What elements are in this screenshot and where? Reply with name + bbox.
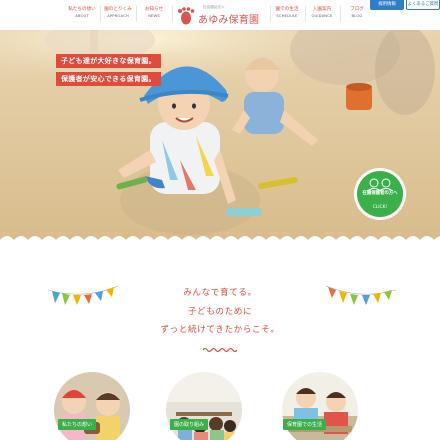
parents-guide-label: 在園保護者の方へ [362,191,398,196]
nav-about[interactable]: 私たちの想い ABOUT [65,7,99,19]
parents-guide-button[interactable]: 在園保護者の方へ CLICK! [354,168,406,220]
nav-guidance[interactable]: 入園案内 GUIDANCE [305,7,339,19]
nav-about-en: ABOUT [75,13,89,18]
hero-catch-line-1: 子ども達が大好きな保育園。 [56,54,161,68]
scallop-divider [0,236,440,248]
site-logo[interactable]: 社会福祉法人 あゆみ保育園 [176,4,268,26]
message-line-3: ずっと続けてきたからこそ。 [160,325,280,335]
nav-guidance-en: GUIDANCE [311,13,333,18]
logo-corporation: 社会福祉法人 [203,5,225,9]
hero-catch-line-2: 保護者が安心できる保育園。 [56,72,161,86]
nav-news[interactable]: お知らせ NEWS [137,7,171,19]
parents-guide-click: CLICK! [372,205,388,210]
schedule-card-label[interactable]: 保育園での生活 [283,419,327,430]
site-header: 私たちの想い ABOUT 園のとりくみ APPROACH お知らせ NEWS 社… [0,0,440,30]
nav-approach-en: APPROACH [107,13,129,18]
nav-news-en: NEWS [148,13,160,18]
hero-photo: 子ども達が大好きな保育園。 保護者が安心できる保育園。 在園保護者の方へ CLI… [0,30,440,240]
wave-divider-icon [203,347,237,353]
message-line-1: みんなで育てる。 [183,288,257,298]
nav-blog-en: BLOG [351,13,363,18]
parents-guide-badge: 在園保護者の方へ CLICK! [357,171,403,217]
nav-divider [172,6,173,22]
logo-name: あゆみ保育園 [198,15,260,26]
nav-approach[interactable]: 園のとりくみ APPROACH [101,7,135,19]
approach-card-label[interactable]: 園の取り組み [170,419,209,430]
faq-button[interactable]: よくあるご質問 [406,0,440,10]
footprint-logo-icon [178,7,195,25]
about-card-label[interactable]: 私たちの想い [58,419,97,430]
nav-schedule-en: SCHEDULE [276,13,298,18]
nav-schedule[interactable]: 園での生活 SCHEDULE [270,7,304,19]
recruit-button[interactable]: 採用情報 [370,0,404,10]
message-line-2: 子どものために [187,307,253,317]
nav-blog[interactable]: ブログ BLOG [340,7,374,19]
